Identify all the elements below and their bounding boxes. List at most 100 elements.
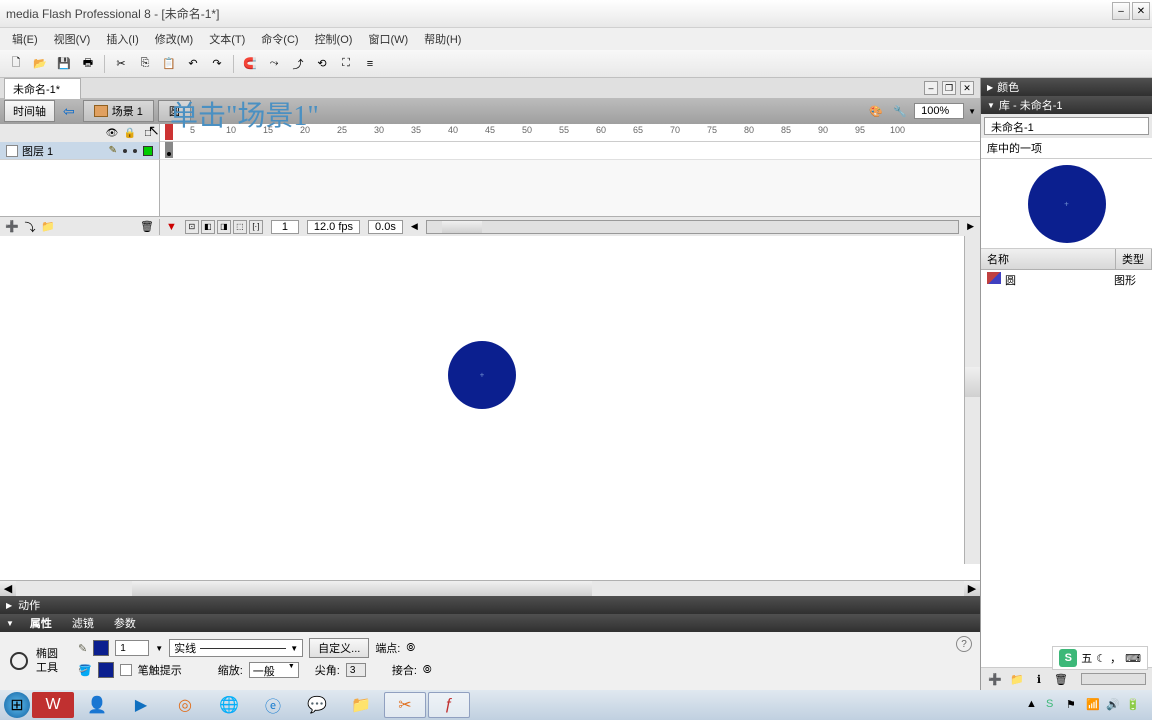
menu-commands[interactable]: 命令(C) bbox=[253, 29, 306, 49]
properties-icon[interactable]: ℹ bbox=[1031, 671, 1047, 687]
doc-close-icon[interactable]: ✕ bbox=[960, 81, 974, 95]
stroke-color-button[interactable] bbox=[93, 640, 109, 656]
layer-row[interactable]: 图层 1 ✎ bbox=[0, 142, 980, 160]
outline-color-icon[interactable] bbox=[143, 146, 153, 156]
menu-edit[interactable]: 辑(E) bbox=[4, 29, 46, 49]
tray-volume-icon[interactable]: 🔊 bbox=[1106, 698, 1120, 712]
undo-icon[interactable]: ↶ bbox=[182, 53, 204, 75]
task-wps[interactable]: W bbox=[32, 692, 74, 718]
redo-icon[interactable]: ↷ bbox=[206, 53, 228, 75]
stroke-width-dropdown-icon[interactable]: ▼ bbox=[155, 644, 163, 653]
add-folder-icon[interactable]: 📁 bbox=[40, 219, 56, 235]
doc-minimize-icon[interactable]: – bbox=[924, 81, 938, 95]
minimize-button[interactable]: – bbox=[1112, 2, 1130, 20]
open-icon[interactable]: 📂 bbox=[29, 53, 51, 75]
ime-bar[interactable]: S 五 ☾ ， ⌨ bbox=[1052, 646, 1148, 670]
stroke-width-field[interactable] bbox=[115, 640, 149, 656]
onion-markers-icon[interactable]: [·] bbox=[249, 220, 263, 234]
menu-view[interactable]: 视图(V) bbox=[46, 29, 99, 49]
eye-icon[interactable]: 👁 bbox=[105, 126, 119, 140]
straighten-icon[interactable]: ⤴ bbox=[287, 53, 309, 75]
scale-icon[interactable]: ⛶ bbox=[335, 53, 357, 75]
library-scrollbar[interactable] bbox=[1081, 673, 1146, 685]
join-select[interactable]: ⦾ bbox=[423, 664, 432, 677]
task-explorer[interactable]: 📁 bbox=[340, 692, 382, 718]
horizontal-scrollbar[interactable]: ◀ ▶ bbox=[0, 580, 980, 596]
lock-icon[interactable]: 🔒 bbox=[123, 126, 137, 140]
cap-select[interactable]: ⦾ bbox=[406, 642, 415, 655]
scroll-right-button[interactable]: ▶ bbox=[964, 581, 980, 596]
copy-icon[interactable]: ⎘ bbox=[134, 53, 156, 75]
paste-icon[interactable]: 📋 bbox=[158, 53, 180, 75]
cut-icon[interactable]: ✂ bbox=[110, 53, 132, 75]
stroke-style-select[interactable]: 实线 ▼ bbox=[169, 639, 303, 657]
edit-scene-icon[interactable]: 🎨 bbox=[866, 101, 886, 121]
add-guide-icon[interactable]: ⤵ bbox=[22, 219, 38, 235]
save-icon[interactable]: 💾 bbox=[53, 53, 75, 75]
trash-icon[interactable]: 🗑 bbox=[139, 219, 155, 235]
edit-symbol-icon[interactable]: 🔧 bbox=[890, 101, 910, 121]
library-panel-header[interactable]: ▼ 库 - 未命名-1 bbox=[981, 96, 1152, 114]
system-tray[interactable]: ▲ S ⚑ 📶 🔊 🔋 bbox=[1018, 698, 1148, 712]
library-item[interactable]: 圆 图形 bbox=[981, 270, 1152, 290]
task-browser1[interactable]: ◎ bbox=[164, 692, 206, 718]
stage[interactable]: + bbox=[0, 236, 980, 580]
task-recorder[interactable]: ✂ bbox=[384, 692, 426, 718]
col-name[interactable]: 名称 bbox=[981, 249, 1116, 269]
menu-help[interactable]: 帮助(H) bbox=[416, 29, 469, 49]
zoom-dropdown-icon[interactable]: ▼ bbox=[968, 107, 976, 116]
tray-network-icon[interactable]: 📶 bbox=[1086, 698, 1100, 712]
fill-color-button[interactable] bbox=[98, 662, 114, 678]
back-arrow-icon[interactable]: ⇦ bbox=[59, 103, 79, 120]
new-folder-icon[interactable]: 📁 bbox=[1009, 671, 1025, 687]
frame-strip[interactable] bbox=[160, 142, 980, 160]
start-button[interactable]: ⊞ bbox=[4, 692, 30, 718]
new-symbol-icon[interactable]: ➕ bbox=[987, 671, 1003, 687]
scroll-left-button[interactable]: ◀ bbox=[0, 581, 16, 596]
tray-flag-icon[interactable]: ⚑ bbox=[1066, 698, 1080, 712]
zoom-field[interactable]: 100% bbox=[914, 103, 964, 119]
task-user[interactable]: 👤 bbox=[76, 692, 118, 718]
lock-dot[interactable] bbox=[133, 149, 137, 153]
tray-battery-icon[interactable]: 🔋 bbox=[1126, 698, 1140, 712]
stroke-hint-checkbox[interactable] bbox=[120, 664, 132, 676]
scale-select[interactable]: 一般 ▼ bbox=[249, 662, 299, 678]
tab-properties[interactable]: 属性 bbox=[26, 615, 56, 631]
tray-up-icon[interactable]: ▲ bbox=[1026, 698, 1040, 712]
collapse-arrow-icon[interactable]: ▼ bbox=[6, 619, 14, 628]
scroll-right-icon[interactable]: ▶ bbox=[967, 221, 974, 232]
vertical-scrollbar[interactable] bbox=[964, 236, 980, 564]
onion-skin-icon[interactable]: ◧ bbox=[201, 220, 215, 234]
menu-window[interactable]: 窗口(W) bbox=[360, 29, 416, 49]
menu-control[interactable]: 控制(O) bbox=[307, 29, 361, 49]
col-type[interactable]: 类型 bbox=[1116, 249, 1152, 269]
onion-outline-icon[interactable]: ◨ bbox=[217, 220, 231, 234]
close-button[interactable]: ✕ bbox=[1132, 2, 1150, 20]
timeline-scrollbar[interactable] bbox=[426, 220, 959, 234]
smooth-icon[interactable]: ⤳ bbox=[263, 53, 285, 75]
center-frame-icon[interactable]: ⊡ bbox=[185, 220, 199, 234]
rotate-icon[interactable]: ⟲ bbox=[311, 53, 333, 75]
task-ie[interactable]: ⓔ bbox=[252, 692, 294, 718]
task-wechat[interactable]: 💬 bbox=[296, 692, 338, 718]
timeline-toggle-button[interactable]: 时间轴 bbox=[4, 100, 55, 122]
doc-restore-icon[interactable]: ❐ bbox=[942, 81, 956, 95]
outline-icon[interactable]: □ bbox=[141, 126, 155, 140]
scene-button[interactable]: 场景 1 bbox=[83, 100, 154, 122]
miter-field[interactable] bbox=[346, 663, 366, 677]
task-chrome[interactable]: 🌐 bbox=[208, 692, 250, 718]
align-icon[interactable]: ≡ bbox=[359, 53, 381, 75]
tab-filters[interactable]: 滤镜 bbox=[68, 615, 98, 631]
snap-icon[interactable]: 🧲 bbox=[239, 53, 261, 75]
edit-multi-icon[interactable]: ⬚ bbox=[233, 220, 247, 234]
visibility-dot[interactable] bbox=[123, 149, 127, 153]
doc-tab[interactable]: 未命名-1* bbox=[4, 78, 81, 99]
help-icon[interactable]: ? bbox=[956, 636, 972, 652]
delete-icon[interactable]: 🗑 bbox=[1053, 671, 1069, 687]
menu-modify[interactable]: 修改(M) bbox=[147, 29, 202, 49]
menu-insert[interactable]: 插入(I) bbox=[98, 29, 146, 49]
stage-oval-shape[interactable]: + bbox=[448, 341, 516, 409]
menu-text[interactable]: 文本(T) bbox=[201, 29, 253, 49]
scroll-left-icon[interactable]: ◀ bbox=[411, 221, 418, 232]
actions-panel-header[interactable]: ▶ 动作 bbox=[0, 596, 980, 614]
